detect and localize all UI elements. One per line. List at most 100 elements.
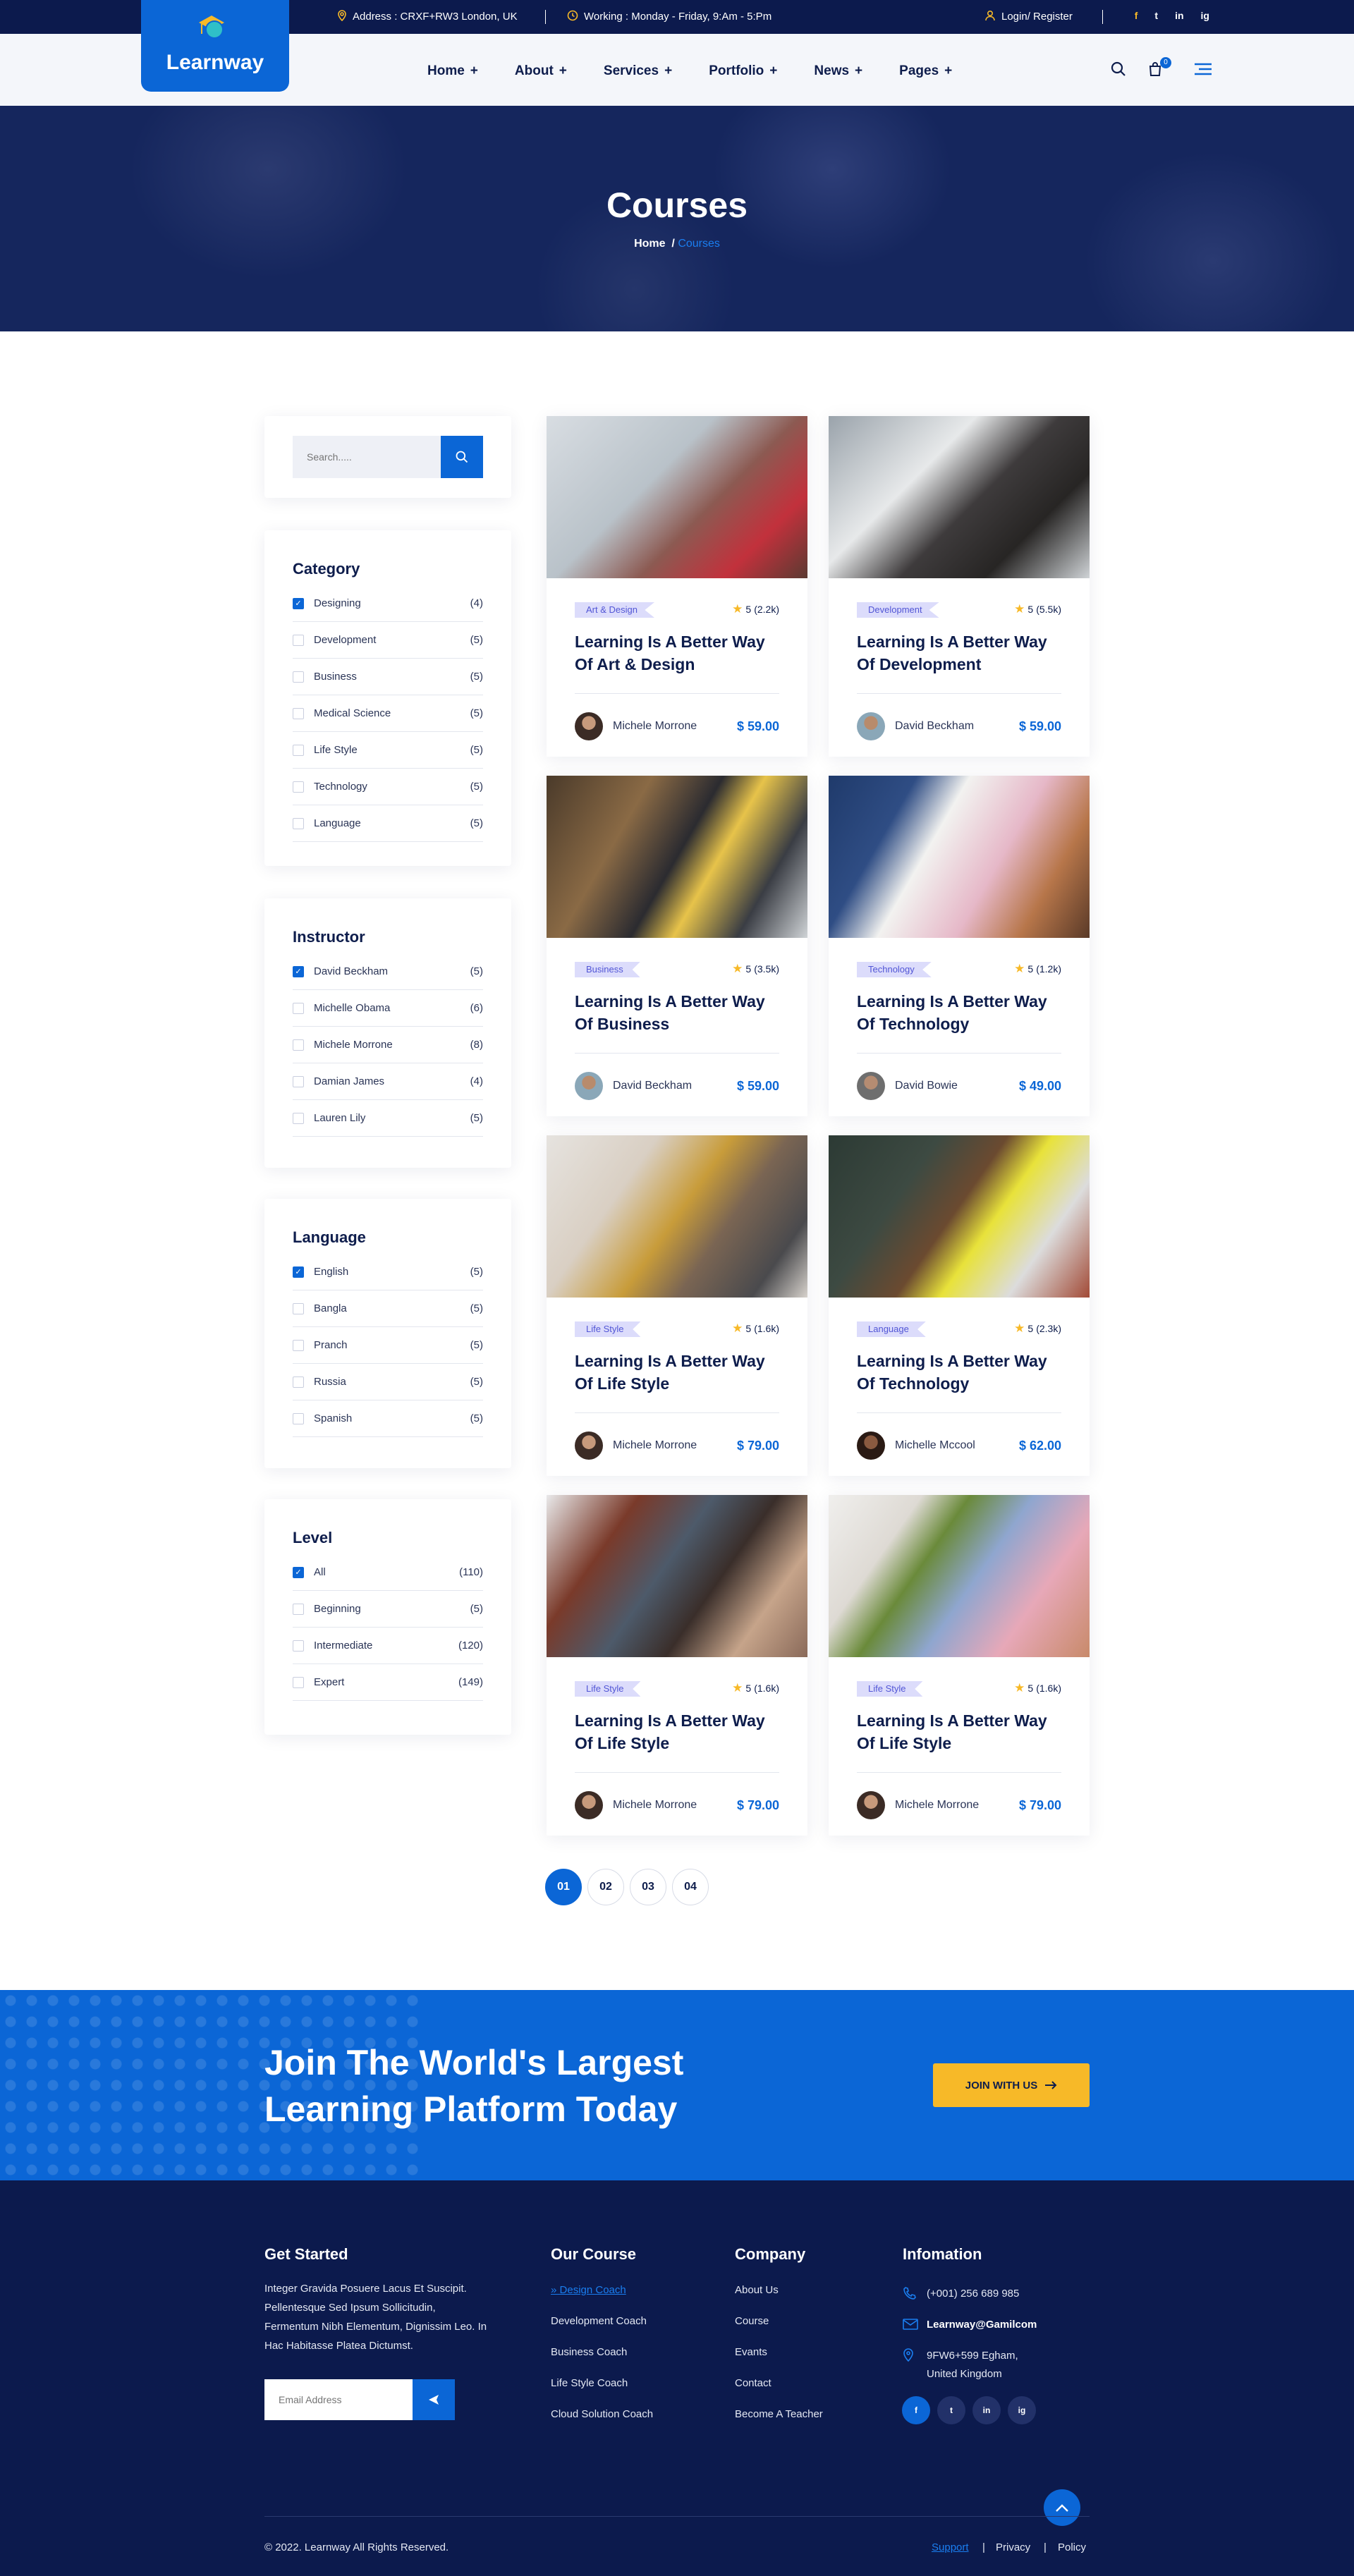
linkedin-icon[interactable]: in	[972, 2396, 1001, 2424]
course-author[interactable]: David Beckham	[895, 720, 974, 733]
email-field[interactable]	[264, 2379, 413, 2420]
course-card[interactable]: Life Style ★ 5 (1.6k) Learning Is A Better…	[547, 1135, 807, 1476]
course-tag[interactable]: Art & Design	[575, 602, 654, 618]
course-card[interactable]: Business ★ 5 (3.5k) Learning Is A Better W…	[547, 776, 807, 1116]
footer-link[interactable]: Evants	[735, 2346, 767, 2358]
twitter-icon[interactable]: t	[1154, 10, 1158, 21]
course-title[interactable]: Learning Is A Better Way Of Life Style	[575, 1350, 786, 1395]
checkbox-checked[interactable]: ✓	[293, 597, 304, 609]
filter-option[interactable]: Intermediate (120)	[293, 1628, 483, 1664]
course-author[interactable]: David Bowie	[895, 1080, 958, 1092]
filter-option[interactable]: Expert (149)	[293, 1664, 483, 1701]
login-register-link[interactable]: Login/ Register	[984, 10, 1073, 23]
course-author[interactable]: Michele Morrone	[895, 1799, 979, 1812]
course-tag[interactable]: Business	[575, 962, 640, 977]
course-tag[interactable]: Life Style	[575, 1321, 641, 1337]
checkbox[interactable]	[293, 1302, 304, 1314]
checkbox[interactable]	[293, 817, 304, 829]
checkbox[interactable]	[293, 744, 304, 756]
checkbox[interactable]	[293, 707, 304, 719]
checkbox[interactable]	[293, 1603, 304, 1615]
nav-news[interactable]: News +	[814, 63, 862, 79]
nav-home[interactable]: Home +	[427, 63, 478, 79]
course-title[interactable]: Learning Is A Better Way Of Life Style	[575, 1709, 786, 1754]
filter-option[interactable]: Damian James (4)	[293, 1063, 483, 1100]
filter-option[interactable]: Language (5)	[293, 805, 483, 842]
filter-option[interactable]: Technology (5)	[293, 769, 483, 805]
instagram-icon[interactable]: ig	[1201, 10, 1209, 21]
nav-pages[interactable]: Pages +	[899, 63, 952, 79]
page-1-button[interactable]: 01	[545, 1869, 582, 1905]
checkbox[interactable]	[293, 1039, 304, 1051]
checkbox[interactable]	[293, 1112, 304, 1124]
checkbox[interactable]	[293, 671, 304, 683]
linkedin-icon[interactable]: in	[1175, 10, 1183, 21]
course-tag[interactable]: Technology	[857, 962, 932, 977]
search-input[interactable]	[293, 436, 441, 478]
facebook-icon[interactable]: f	[902, 2396, 930, 2424]
checkbox[interactable]	[293, 1002, 304, 1014]
filter-option[interactable]: Spanish (5)	[293, 1400, 483, 1437]
footer-link[interactable]: Cloud Solution Coach	[551, 2408, 653, 2420]
course-tag[interactable]: Life Style	[575, 1681, 641, 1697]
nav-portfolio[interactable]: Portfolio +	[709, 63, 777, 79]
checkbox[interactable]	[293, 781, 304, 793]
course-title[interactable]: Learning Is A Better Way Of Life Style	[857, 1709, 1068, 1754]
filter-option[interactable]: Pranch (5)	[293, 1327, 483, 1364]
course-title[interactable]: Learning Is A Better Way Of Business	[575, 990, 786, 1035]
logo[interactable]: Learnway	[141, 0, 289, 92]
course-card[interactable]: Art & Design ★ 5 (2.2k) Learning Is A Bett…	[547, 416, 807, 757]
menu-icon[interactable]	[1193, 61, 1213, 80]
course-tag[interactable]: Language	[857, 1321, 926, 1337]
filter-option[interactable]: Development (5)	[293, 622, 483, 659]
nav-services[interactable]: Services +	[604, 63, 672, 79]
course-card[interactable]: Language ★ 5 (2.3k) Learning Is A Better W…	[829, 1135, 1090, 1476]
privacy-link[interactable]: Privacy	[996, 2541, 1030, 2553]
nav-about[interactable]: About +	[515, 63, 567, 79]
course-card[interactable]: Life Style ★ 5 (1.6k) Learning Is A Better…	[829, 1495, 1090, 1836]
footer-link[interactable]: Life Style Coach	[551, 2377, 628, 2389]
checkbox-checked[interactable]: ✓	[293, 1566, 304, 1578]
filter-option[interactable]: Medical Science (5)	[293, 695, 483, 732]
course-card[interactable]: Life Style ★ 5 (1.6k) Learning Is A Better…	[547, 1495, 807, 1836]
course-author[interactable]: David Beckham	[613, 1080, 692, 1092]
policy-link[interactable]: Policy	[1058, 2541, 1086, 2553]
course-card[interactable]: Development ★ 5 (5.5k) Learning Is A Bette…	[829, 416, 1090, 757]
facebook-icon[interactable]: f	[1135, 10, 1138, 21]
course-title[interactable]: Learning Is A Better Way Of Art & Design	[575, 630, 786, 676]
page-4-button[interactable]: 04	[672, 1869, 709, 1905]
checkbox[interactable]	[293, 634, 304, 646]
checkbox[interactable]	[293, 1075, 304, 1087]
search-button[interactable]	[441, 436, 483, 478]
course-tag[interactable]: Development	[857, 602, 939, 618]
filter-option[interactable]: Beginning (5)	[293, 1591, 483, 1628]
checkbox[interactable]	[293, 1412, 304, 1424]
footer-link[interactable]: Development Coach	[551, 2315, 647, 2327]
checkbox[interactable]	[293, 1676, 304, 1688]
instagram-icon[interactable]: ig	[1008, 2396, 1036, 2424]
course-title[interactable]: Learning Is A Better Way Of Development	[857, 630, 1068, 676]
checkbox[interactable]	[293, 1640, 304, 1652]
checkbox-checked[interactable]: ✓	[293, 965, 304, 977]
support-link[interactable]: Support	[932, 2541, 969, 2553]
filter-option[interactable]: Lauren Lily (5)	[293, 1100, 483, 1137]
scroll-to-top-button[interactable]	[1044, 2489, 1080, 2526]
course-title[interactable]: Learning Is A Better Way Of Technology	[857, 1350, 1068, 1395]
page-3-button[interactable]: 03	[630, 1869, 666, 1905]
checkbox[interactable]	[293, 1339, 304, 1351]
footer-link[interactable]: Business Coach	[551, 2346, 627, 2358]
join-button[interactable]: JOIN WITH US	[933, 2063, 1090, 2107]
course-title[interactable]: Learning Is A Better Way Of Technology	[857, 990, 1068, 1035]
filter-option[interactable]: ✓ English (5)	[293, 1254, 483, 1290]
footer-link[interactable]: About Us	[735, 2284, 779, 2296]
breadcrumb-home[interactable]: Home	[634, 238, 665, 250]
filter-option[interactable]: Russia (5)	[293, 1364, 483, 1400]
course-tag[interactable]: Life Style	[857, 1681, 923, 1697]
course-author[interactable]: Michele Morrone	[613, 720, 697, 733]
footer-link[interactable]: Course	[735, 2315, 769, 2327]
filter-option[interactable]: ✓ All (110)	[293, 1554, 483, 1591]
footer-link-active[interactable]: » Design Coach	[551, 2284, 626, 2296]
course-author[interactable]: Michelle Mccool	[895, 1439, 975, 1452]
footer-link[interactable]: Become A Teacher	[735, 2408, 823, 2420]
course-author[interactable]: Michele Morrone	[613, 1439, 697, 1452]
